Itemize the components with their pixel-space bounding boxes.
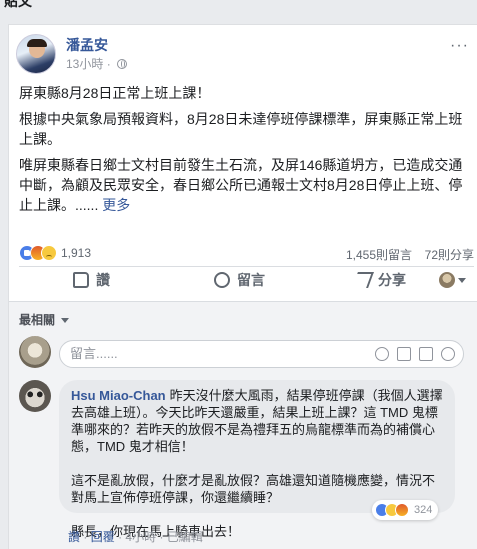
- gif-icon[interactable]: [419, 347, 433, 361]
- sticker-icon[interactable]: [441, 347, 455, 361]
- sad-reaction-icon[interactable]: [41, 245, 57, 261]
- profile-switcher[interactable]: [439, 272, 466, 288]
- more-options-icon[interactable]: ···: [450, 37, 469, 55]
- chevron-down-icon: [458, 277, 466, 283]
- comment-composer[interactable]: [59, 340, 464, 368]
- comment-paragraph-1: Hsu Miao-Chan 昨天沒什麼大風雨，結果停班停課（我個人選擇去高雄上班）…: [71, 387, 443, 455]
- avatar: [439, 272, 455, 288]
- comment-button-label: 留言: [237, 272, 265, 288]
- composer-avatar: [19, 336, 51, 368]
- author-name[interactable]: 潘孟安: [66, 35, 108, 55]
- commenter-name[interactable]: Hsu Miao-Chan: [71, 388, 166, 403]
- emoji-icon[interactable]: [375, 347, 389, 361]
- comment-reactions[interactable]: 324: [372, 500, 439, 520]
- commenter-avatar[interactable]: [19, 380, 51, 412]
- page-header-title: 貼文: [4, 0, 32, 9]
- share-button[interactable]: 分享: [352, 263, 406, 297]
- comment-button[interactable]: 留言: [214, 263, 265, 297]
- separator: ·: [106, 57, 111, 71]
- post-paragraph-2-text: 唯屏東縣春日鄉士文村目前發生土石流，及屏146縣道坍方，已造成交通中斷，為顧及民…: [19, 157, 463, 213]
- comment-sort-label: 最相關: [19, 313, 56, 327]
- like-button-label: 讚: [96, 272, 110, 288]
- post-timestamp[interactable]: 13小時 ·: [66, 55, 128, 72]
- composer-icons: [375, 347, 455, 361]
- comment-bubble-icon: [214, 272, 230, 288]
- comment-actions: 讚 · 回覆 · 4小時 · 已編輯: [68, 530, 203, 544]
- comment-bubble: Hsu Miao-Chan 昨天沒什麼大風雨，結果停班停課（我個人選擇去高雄上班）…: [59, 380, 455, 539]
- comment-reaction-count: 324: [414, 504, 433, 516]
- camera-icon[interactable]: [397, 347, 411, 361]
- like-button[interactable]: 讚: [73, 263, 110, 297]
- comments-section: 最相關 Hsu Miao-Chan昨天沒什麼大風雨，結果停班停課（我個人選擇去高…: [9, 301, 477, 549]
- share-button-label: 分享: [378, 272, 406, 288]
- comment-like-link[interactable]: 讚: [68, 530, 80, 544]
- reaction-count[interactable]: 1,913: [61, 246, 91, 260]
- share-arrow-icon: [352, 272, 374, 288]
- comment-input[interactable]: [70, 346, 350, 361]
- angry-reaction-icon: [395, 503, 409, 517]
- page-header-strip: 貼文: [0, 0, 477, 24]
- post-card: 潘孟安 13小時 · ··· 屏東縣8月28日正常上班上課！ 根據中央氣象局預報…: [8, 24, 477, 549]
- comments-count[interactable]: 1,455則留言: [346, 246, 412, 263]
- see-more-link[interactable]: 更多: [102, 197, 130, 213]
- shares-count[interactable]: 72則分享: [425, 246, 474, 263]
- chevron-down-icon: [61, 318, 70, 323]
- post-actions-bar: 讚 留言 分享: [19, 263, 474, 297]
- reaction-stats: 1,913 1,455則留言 72則分享: [19, 245, 474, 263]
- globe-icon: [117, 59, 128, 69]
- comment-reply-link[interactable]: 回覆: [91, 530, 115, 544]
- comment-edited: 已編輯: [166, 530, 203, 544]
- author-avatar[interactable]: [16, 34, 56, 74]
- comment-sort-dropdown[interactable]: 最相關: [19, 311, 70, 328]
- thumbs-up-icon: [73, 272, 89, 288]
- post-headline: 屏東縣8月28日正常上班上課！: [19, 85, 211, 101]
- comment-time[interactable]: 4小時: [125, 530, 156, 544]
- post-time[interactable]: 13小時: [66, 57, 103, 71]
- post-paragraph-2: 唯屏東縣春日鄉士文村目前發生土石流，及屏146縣道坍方，已造成交通中斷，為顧及民…: [19, 155, 474, 215]
- post-paragraph-1: 根據中央氣象局預報資料，8月28日未達停班停課標準，屏東縣正常上班上課。: [19, 111, 463, 147]
